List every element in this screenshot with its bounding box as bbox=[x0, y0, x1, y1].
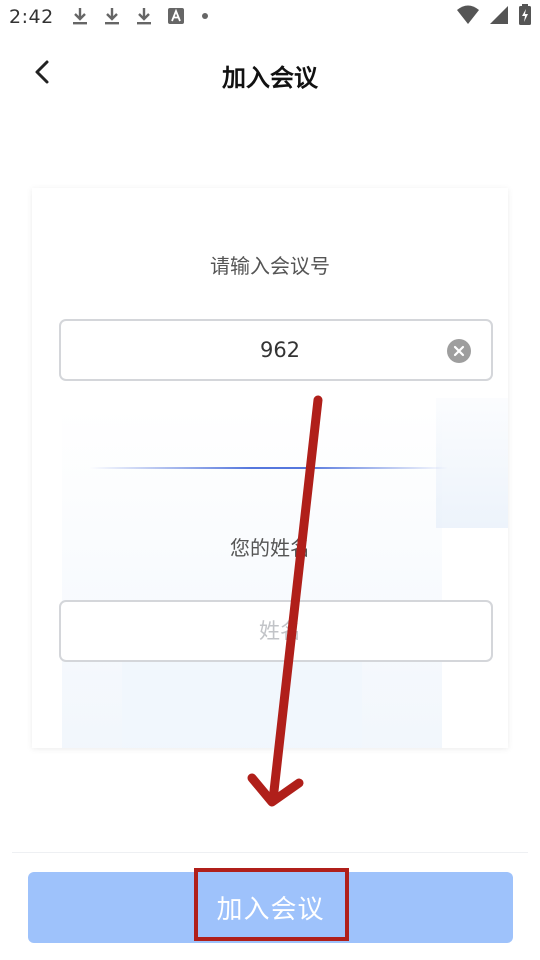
cell-signal-icon bbox=[488, 4, 510, 30]
page-title: 加入会议 bbox=[222, 64, 318, 92]
dot-icon bbox=[198, 6, 212, 30]
user-name-input[interactable] bbox=[111, 602, 449, 660]
annotation-highlight-box bbox=[194, 868, 349, 941]
text-a-icon bbox=[166, 6, 186, 30]
download-icon bbox=[102, 6, 122, 30]
section-divider bbox=[90, 467, 448, 469]
battery-charging-icon bbox=[518, 4, 532, 30]
top-app-bar: 加入会议 bbox=[0, 40, 540, 110]
meeting-number-label: 请输入会议号 bbox=[210, 254, 330, 278]
meeting-number-input[interactable] bbox=[111, 321, 449, 379]
clear-input-button[interactable] bbox=[447, 339, 471, 363]
close-icon bbox=[453, 342, 465, 361]
meeting-number-field[interactable] bbox=[59, 319, 493, 381]
user-name-label: 您的姓名 bbox=[230, 536, 310, 560]
card-background-decoration bbox=[436, 398, 508, 528]
wifi-icon bbox=[456, 4, 480, 30]
status-time: 2:42 bbox=[9, 6, 54, 28]
notification-icons bbox=[70, 8, 212, 28]
download-icon bbox=[134, 6, 154, 30]
download-icon bbox=[70, 6, 90, 30]
status-bar: 2:42 bbox=[0, 0, 540, 36]
user-name-field[interactable] bbox=[59, 600, 493, 662]
system-icons bbox=[456, 4, 532, 30]
join-meeting-card: 请输入会议号 您的姓名 bbox=[32, 188, 508, 748]
bottom-divider bbox=[12, 852, 528, 853]
